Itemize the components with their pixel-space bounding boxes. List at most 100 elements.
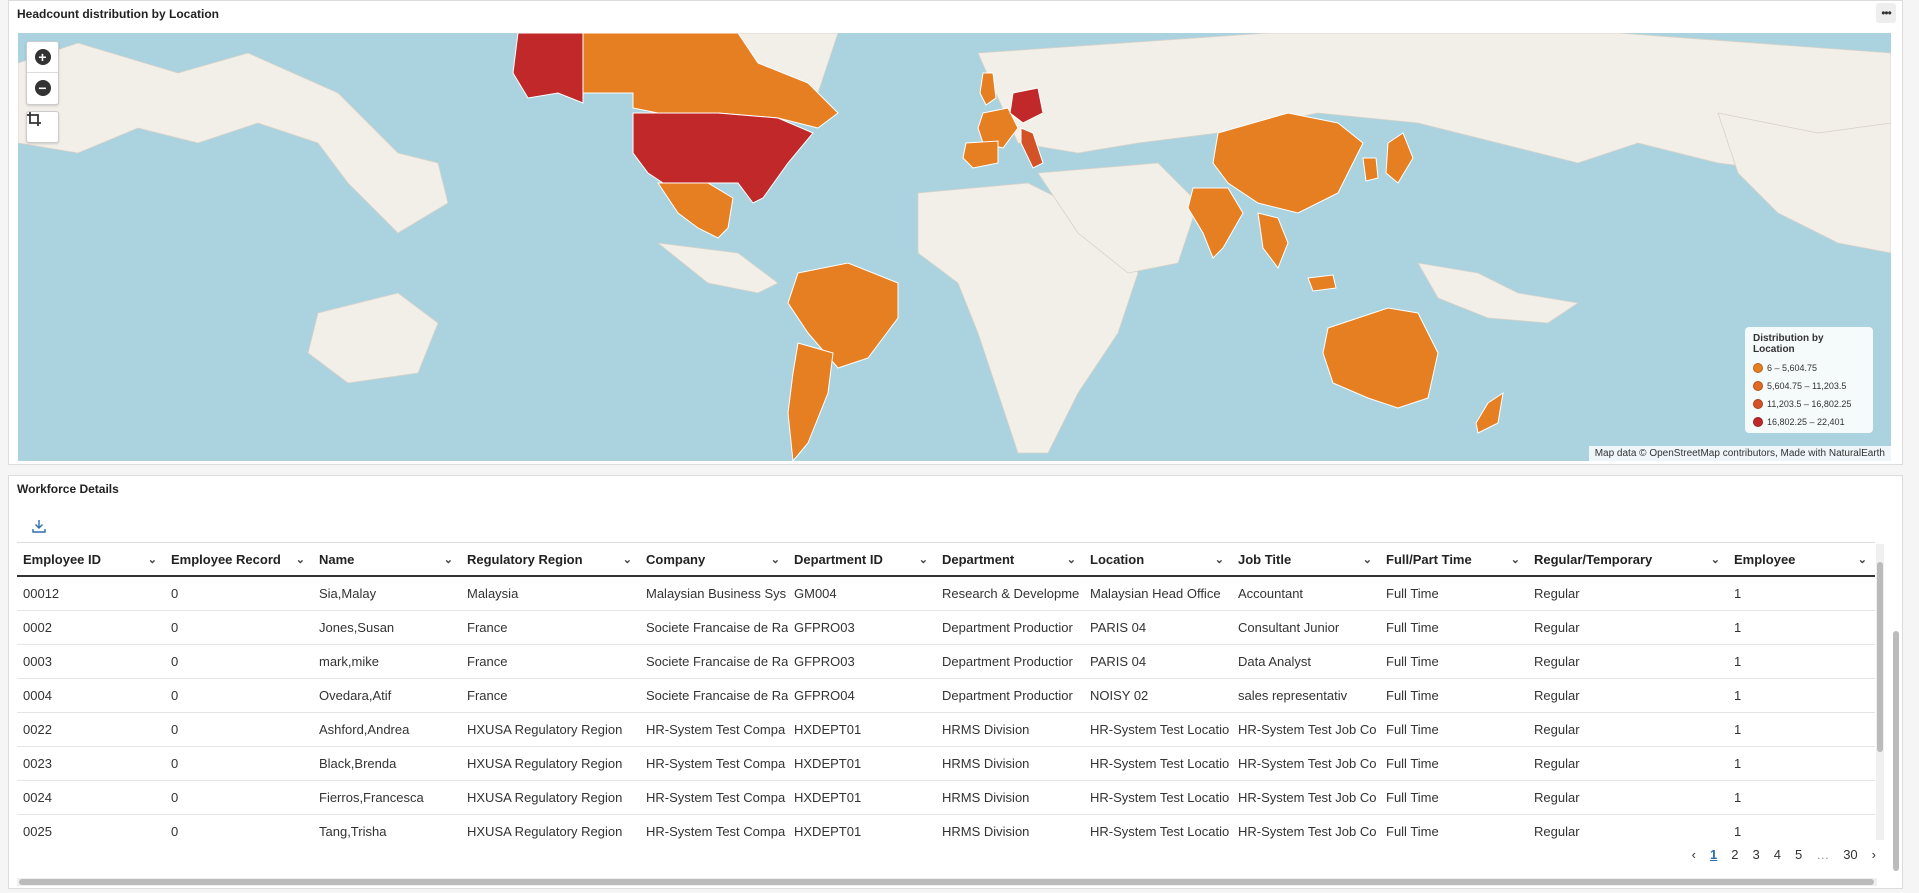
fit-bounds-button[interactable] — [26, 111, 59, 143]
column-header-label: Job Title — [1238, 551, 1292, 567]
chevron-down-icon[interactable]: ⌄ — [1711, 553, 1720, 566]
table-row[interactable]: 0022 0 Ashford,Andrea HXUSA Regulatory Regi… — [17, 712, 1875, 747]
scrollbar-thumb[interactable] — [1877, 562, 1883, 752]
chevron-down-icon[interactable]: ⌄ — [919, 553, 928, 566]
region-spain — [962, 140, 999, 169]
chevron-down-icon[interactable]: ⌄ — [771, 553, 780, 566]
column-header[interactable]: Job Title ⌄ — [1232, 542, 1380, 577]
chevron-down-icon[interactable]: ⌄ — [623, 553, 632, 566]
table-cell: Societe Francaise de Ra — [640, 644, 788, 679]
chevron-down-icon[interactable]: ⌄ — [148, 553, 157, 566]
table-cell: France — [461, 678, 640, 713]
column-header[interactable]: Regulatory Region ⌄ — [461, 542, 640, 577]
column-header-label: Employee Record — [171, 551, 281, 567]
page-link[interactable]: 2 — [1731, 847, 1738, 862]
column-header[interactable]: Department ID ⌄ — [788, 542, 936, 577]
column-header[interactable]: Name ⌄ — [313, 542, 461, 577]
table-row[interactable]: 0004 0 Ovedara,Atif France Societe Francaise… — [17, 678, 1875, 713]
column-header[interactable]: Employee ⌄ — [1728, 542, 1875, 577]
table-row[interactable]: 0025 0 Tang,Trisha HXUSA Regulatory Region H… — [17, 814, 1875, 840]
table-horizontal-scrollbar[interactable] — [17, 878, 1877, 886]
page-link[interactable]: 3 — [1752, 847, 1759, 862]
legend-swatch — [1753, 417, 1763, 427]
table-cell: HR-System Test Compa — [640, 712, 788, 747]
chevron-down-icon[interactable]: ⌄ — [296, 553, 305, 566]
choropleth-map[interactable]: + − Distribution by Location 6 – 5,604.7… — [18, 33, 1891, 461]
region-uk — [979, 72, 997, 106]
chevron-down-icon[interactable]: ⌄ — [1067, 553, 1076, 566]
chevron-left-icon[interactable]: ‹ — [1692, 847, 1696, 862]
table-cell: Full Time — [1380, 644, 1528, 679]
table-cell: 0025 — [17, 814, 165, 840]
region-malaysia — [1307, 274, 1337, 292]
table-cell: HRMS Division — [936, 814, 1084, 840]
scrollbar-thumb[interactable] — [1893, 631, 1899, 871]
page-link[interactable]: 5 — [1795, 847, 1802, 862]
table-cell: Full Time — [1380, 678, 1528, 713]
column-header-label: Employee — [1734, 551, 1796, 567]
table-row[interactable]: 0003 0 mark,mike France Societe Francaise de… — [17, 644, 1875, 679]
table-cell: Regular — [1528, 780, 1728, 815]
table-cell: Full Time — [1380, 610, 1528, 645]
table-cell: Malaysian Business Sys — [640, 576, 788, 611]
map-panel-title: Headcount distribution by Location — [17, 7, 219, 21]
zoom-in-button[interactable]: + — [27, 42, 58, 72]
legend-item: 11,203.5 – 16,802.25 — [1753, 395, 1865, 413]
table-cell: Tang,Trisha — [313, 814, 461, 840]
table-row[interactable]: 0023 0 Black,Brenda HXUSA Regulatory Region… — [17, 746, 1875, 781]
table-cell: HR-System Test Job Co — [1232, 746, 1380, 781]
table-cell: 0022 — [17, 712, 165, 747]
table-cell: 0 — [165, 678, 313, 713]
ellipsis-icon[interactable]: ••• — [1876, 3, 1896, 23]
page-link[interactable]: 1 — [1710, 847, 1717, 862]
table-vertical-scrollbar[interactable] — [1876, 544, 1884, 840]
column-header[interactable]: Full/Part Time ⌄ — [1380, 542, 1528, 577]
zoom-out-button[interactable]: − — [27, 72, 58, 103]
map-attribution: Map data © OpenStreetMap contributors, M… — [1588, 446, 1891, 461]
table-row[interactable]: 0024 0 Fierros,Francesca HXUSA Regulatory R… — [17, 780, 1875, 815]
table-panel-title: Workforce Details — [17, 482, 119, 496]
column-header-label: Company — [646, 551, 706, 567]
page-ellipsis: … — [1816, 847, 1830, 862]
crop-icon — [27, 112, 41, 126]
legend-swatch — [1753, 399, 1763, 409]
chevron-right-icon[interactable]: › — [1872, 847, 1876, 862]
table-cell: GFPRO04 — [788, 678, 936, 713]
table-cell: Ashford,Andrea — [313, 712, 461, 747]
table-cell: 0 — [165, 576, 313, 611]
column-header[interactable]: Employee ID ⌄ — [17, 542, 165, 577]
region-japan — [1385, 132, 1414, 184]
column-header-label: Department ID — [794, 551, 883, 567]
table-cell: Full Time — [1380, 780, 1528, 815]
minus-icon: − — [34, 80, 51, 96]
scrollbar-thumb[interactable] — [19, 879, 1874, 885]
chevron-down-icon[interactable]: ⌄ — [444, 553, 453, 566]
table-cell: Jones,Susan — [313, 610, 461, 645]
table-cell: HR-System Test Job Co — [1232, 712, 1380, 747]
page-link[interactable]: 30 — [1843, 847, 1857, 862]
table-cell: HRMS Division — [936, 780, 1084, 815]
land-left-australia — [307, 292, 439, 384]
download-icon[interactable] — [31, 518, 47, 534]
page-link[interactable]: 4 — [1774, 847, 1781, 862]
column-header-label: Regular/Temporary — [1534, 551, 1653, 567]
map-legend: Distribution by Location 6 – 5,604.75 5,… — [1745, 327, 1873, 433]
region-mexico — [657, 182, 734, 239]
chevron-down-icon[interactable]: ⌄ — [1858, 553, 1867, 566]
column-header[interactable]: Location ⌄ — [1084, 542, 1232, 577]
column-header[interactable]: Company ⌄ — [640, 542, 788, 577]
table-row[interactable]: 00012 0 Sia,Malay Malaysia Malaysian Busines… — [17, 576, 1875, 611]
panel-vertical-scrollbar[interactable] — [1892, 496, 1900, 876]
land-alaska-west — [18, 42, 449, 234]
chevron-down-icon[interactable]: ⌄ — [1215, 553, 1224, 566]
chevron-down-icon[interactable]: ⌄ — [1363, 553, 1372, 566]
column-header[interactable]: Department ⌄ — [936, 542, 1084, 577]
column-header-label: Regulatory Region — [467, 551, 583, 567]
chevron-down-icon[interactable]: ⌄ — [1511, 553, 1520, 566]
table-cell: HXDEPT01 — [788, 814, 936, 840]
column-header[interactable]: Employee Record ⌄ — [165, 542, 313, 577]
table-cell: HR-System Test Compa — [640, 780, 788, 815]
table-row[interactable]: 0002 0 Jones,Susan France Societe Francaise … — [17, 610, 1875, 645]
column-header[interactable]: Regular/Temporary ⌄ — [1528, 542, 1728, 577]
table-cell: GFPRO03 — [788, 610, 936, 645]
